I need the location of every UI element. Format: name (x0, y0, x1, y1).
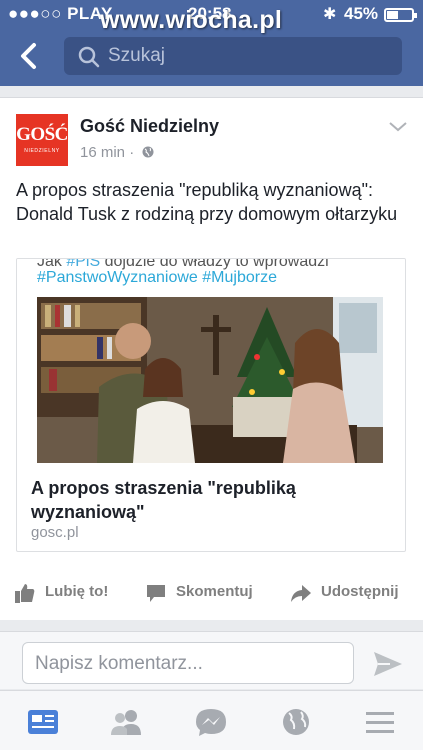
battery-icon (384, 8, 417, 22)
menu-icon[interactable] (363, 707, 397, 737)
comment-placeholder: Napisz komentarz... (35, 653, 203, 674)
link-preview[interactable]: Jak #PiS dojdzie do władzy to wprowadzi … (16, 258, 406, 552)
watermark: www.wiocha.pl (100, 6, 283, 34)
send-icon[interactable] (372, 650, 404, 678)
page-avatar[interactable]: GOŚĆ NIEDZIELNY (16, 114, 68, 166)
like-button[interactable]: Lubię to! (14, 576, 124, 612)
family-photo (37, 297, 383, 463)
thumbs-up-icon (15, 584, 35, 603)
search-icon (78, 46, 100, 68)
comment-bubble-icon (147, 585, 165, 602)
bluetooth-icon: ✱ (323, 6, 337, 23)
top-bar: ●●●○○ PLAY 20:58 ✱ 45% www.wiocha.pl Szu… (0, 0, 423, 86)
battery-percent: 45% (344, 4, 379, 23)
logo-subtext: NIEDZIELNY (24, 148, 60, 154)
share-button[interactable]: Udostępnij (290, 576, 415, 612)
logo-text: GOŚĆ (16, 124, 68, 145)
carrier-label: ●●●○○ PLAY (8, 4, 113, 23)
link-image: Jak #PiS dojdzie do władzy to wprowadzi … (17, 259, 405, 465)
tab-bar (0, 690, 423, 750)
page-name-link[interactable]: Gość Niedzielny (80, 116, 219, 137)
search-placeholder: Szukaj (108, 45, 166, 66)
share-label: Udostępnij (321, 583, 399, 600)
link-domain: gosc.pl (31, 524, 79, 541)
friends-icon[interactable] (109, 707, 143, 737)
link-title[interactable]: A propos straszenia "republiką wyznaniow… (31, 476, 391, 524)
like-label: Lubię to! (45, 583, 109, 600)
notifications-globe-icon[interactable] (279, 707, 313, 737)
post-meta: 16 min · (80, 144, 154, 161)
post-time[interactable]: 16 min (80, 144, 125, 161)
comment-label: Skomentuj (176, 583, 253, 600)
search-input[interactable]: Szukaj (64, 37, 402, 75)
globe-icon (142, 146, 154, 158)
comment-input[interactable]: Napisz komentarz... (22, 642, 354, 684)
comment-button[interactable]: Skomentuj (145, 576, 270, 612)
tweet-line-2: #PanstwoWyznaniowe #Mujborze (37, 269, 277, 286)
comment-bar: Napisz komentarz... (0, 631, 423, 689)
chevron-down-icon[interactable] (388, 120, 408, 134)
messenger-icon[interactable] (194, 707, 228, 737)
back-arrow-icon[interactable] (14, 40, 46, 72)
post-actions: Lubię to! Skomentuj Udostępnij (0, 576, 423, 612)
post-text: A propos straszenia "republiką wyznaniow… (16, 180, 398, 224)
news-feed-icon[interactable] (26, 707, 60, 737)
post-card: GOŚĆ NIEDZIELNY Gość Niedzielny 16 min ·… (0, 97, 423, 620)
share-arrow-icon (291, 585, 311, 602)
